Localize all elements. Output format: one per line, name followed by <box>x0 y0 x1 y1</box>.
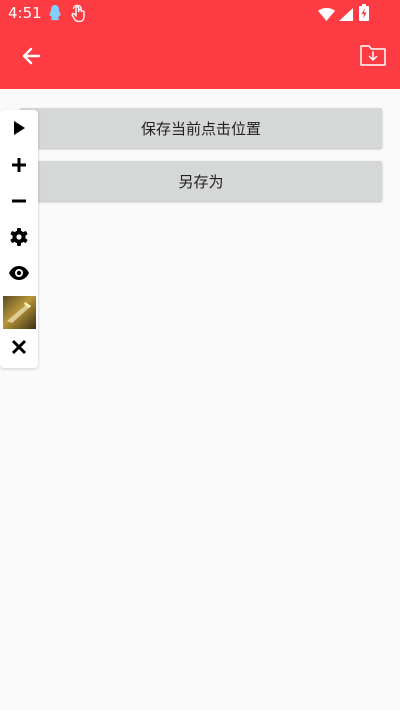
battery-charging-icon <box>359 4 369 25</box>
play-icon <box>12 120 26 140</box>
minus-icon <box>11 193 27 213</box>
settings-button[interactable] <box>0 222 38 256</box>
folder-download-icon <box>359 43 387 71</box>
gear-icon <box>9 227 29 251</box>
app-bar <box>0 26 400 89</box>
qq-penguin-icon <box>48 4 62 25</box>
add-point-button[interactable] <box>0 150 38 184</box>
remove-point-button[interactable] <box>0 186 38 220</box>
close-icon <box>11 339 27 359</box>
status-bar: 4:51 <box>0 0 400 26</box>
status-time: 4:51 <box>8 4 42 22</box>
visibility-button[interactable] <box>0 258 38 292</box>
close-toolbar-button[interactable] <box>0 332 38 366</box>
arrow-left-icon <box>21 47 41 69</box>
plus-icon <box>11 157 27 177</box>
save-to-folder-button[interactable] <box>356 40 390 74</box>
back-button[interactable] <box>14 41 48 75</box>
play-button[interactable] <box>0 113 38 147</box>
floating-toolbar <box>0 110 38 368</box>
signal-icon <box>339 6 353 25</box>
wifi-icon <box>318 6 335 25</box>
save-current-position-button[interactable]: 保存当前点击位置 <box>20 108 382 148</box>
game-thumbnail[interactable] <box>3 296 36 329</box>
eye-icon <box>8 265 30 285</box>
save-as-button[interactable]: 另存为 <box>20 161 382 201</box>
touch-hand-icon <box>70 4 87 26</box>
